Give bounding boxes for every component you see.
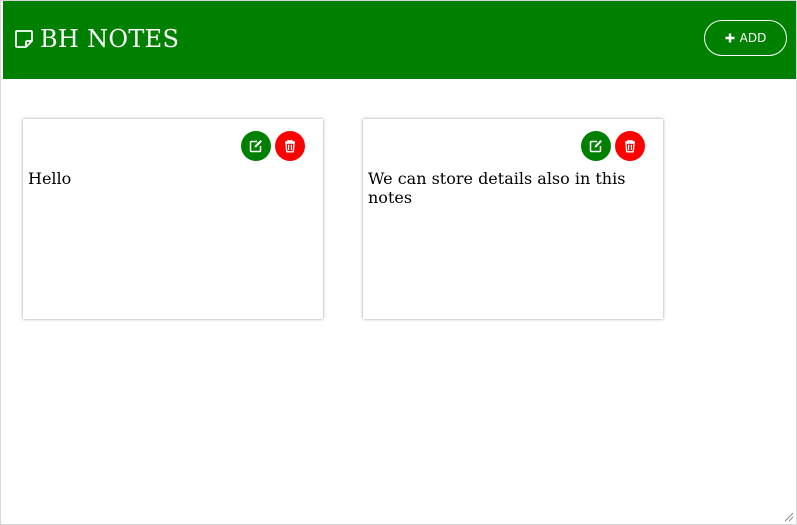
note-actions <box>581 131 645 161</box>
trash-icon <box>625 140 635 153</box>
sticky-note-icon <box>15 30 33 48</box>
add-button-label: ADD <box>739 31 767 45</box>
note-text: We can store details also in this notes <box>368 169 626 207</box>
delete-note-button[interactable] <box>275 131 305 161</box>
note-text: Hello <box>28 169 72 188</box>
edit-icon <box>249 140 262 153</box>
app-frame: BH NOTES ADD Hello We can store details … <box>0 0 797 525</box>
note-card: We can store details also in this notes <box>363 119 663 319</box>
add-note-button[interactable]: ADD <box>704 20 787 56</box>
note-actions <box>241 131 305 161</box>
brand: BH NOTES <box>13 24 179 54</box>
delete-note-button[interactable] <box>615 131 645 161</box>
app-title: BH NOTES <box>40 25 180 53</box>
plus-icon <box>725 33 735 43</box>
edit-note-button[interactable] <box>581 131 611 161</box>
trash-icon <box>285 140 295 153</box>
edit-icon <box>589 140 602 153</box>
note-card: Hello <box>23 119 323 319</box>
resize-grip-icon[interactable] <box>784 512 794 522</box>
edit-note-button[interactable] <box>241 131 271 161</box>
app-header: BH NOTES ADD <box>3 1 796 79</box>
